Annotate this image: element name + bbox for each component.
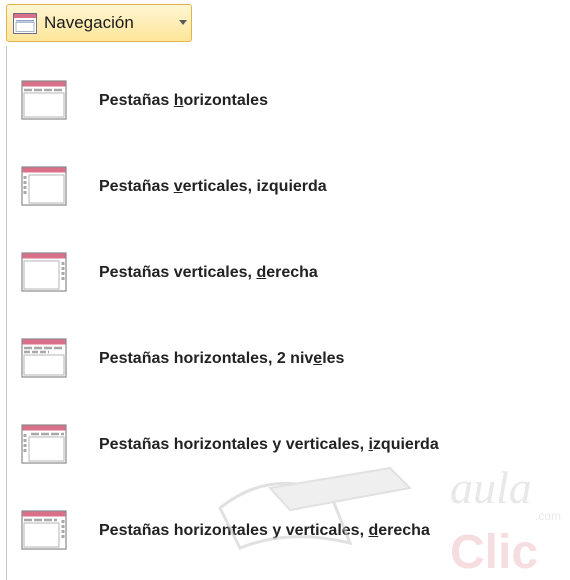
- watermark-text-com: .com: [535, 509, 561, 523]
- tabs-horizontal-2-levels-icon: [21, 338, 67, 378]
- navigation-button-label: Navegación: [44, 13, 134, 32]
- tabs-vertical-right-icon: [21, 252, 67, 292]
- dropdown-arrow-icon: [179, 20, 187, 25]
- tabs-horizontal-vertical-right-icon: [21, 510, 67, 550]
- watermark-text-clic: Clic: [450, 526, 538, 579]
- menu-item-label: Pestañas verticales, derecha: [99, 264, 318, 281]
- menu-item-horizontal-tabs-2-levels[interactable]: Pestañas horizontales, 2 niveles: [7, 324, 567, 394]
- tabs-horizontal-vertical-left-icon: [21, 424, 67, 464]
- aulaclic-watermark-logo: aula .com Clic: [218, 462, 561, 579]
- menu-item-vertical-tabs-left[interactable]: Pestañas verticales, izquierda: [7, 152, 567, 222]
- navigation-dropdown-button[interactable]: Navegación: [6, 4, 192, 42]
- watermark-text-aula: aula: [450, 462, 532, 513]
- menu-item-label: Pestañas horizontales, 2 niveles: [99, 350, 345, 367]
- tabs-vertical-left-icon: [21, 166, 67, 206]
- tabs-horizontal-icon: [21, 80, 67, 120]
- menu-item-vertical-tabs-right[interactable]: Pestañas verticales, derecha: [7, 238, 567, 308]
- menu-item-horizontal-tabs[interactable]: Pestañas horizontales: [7, 66, 567, 136]
- menu-item-label: Pestañas verticales, izquierda: [99, 178, 327, 195]
- menu-item-label: Pestañas horizontales: [99, 92, 268, 109]
- navigation-form-icon: [13, 13, 37, 34]
